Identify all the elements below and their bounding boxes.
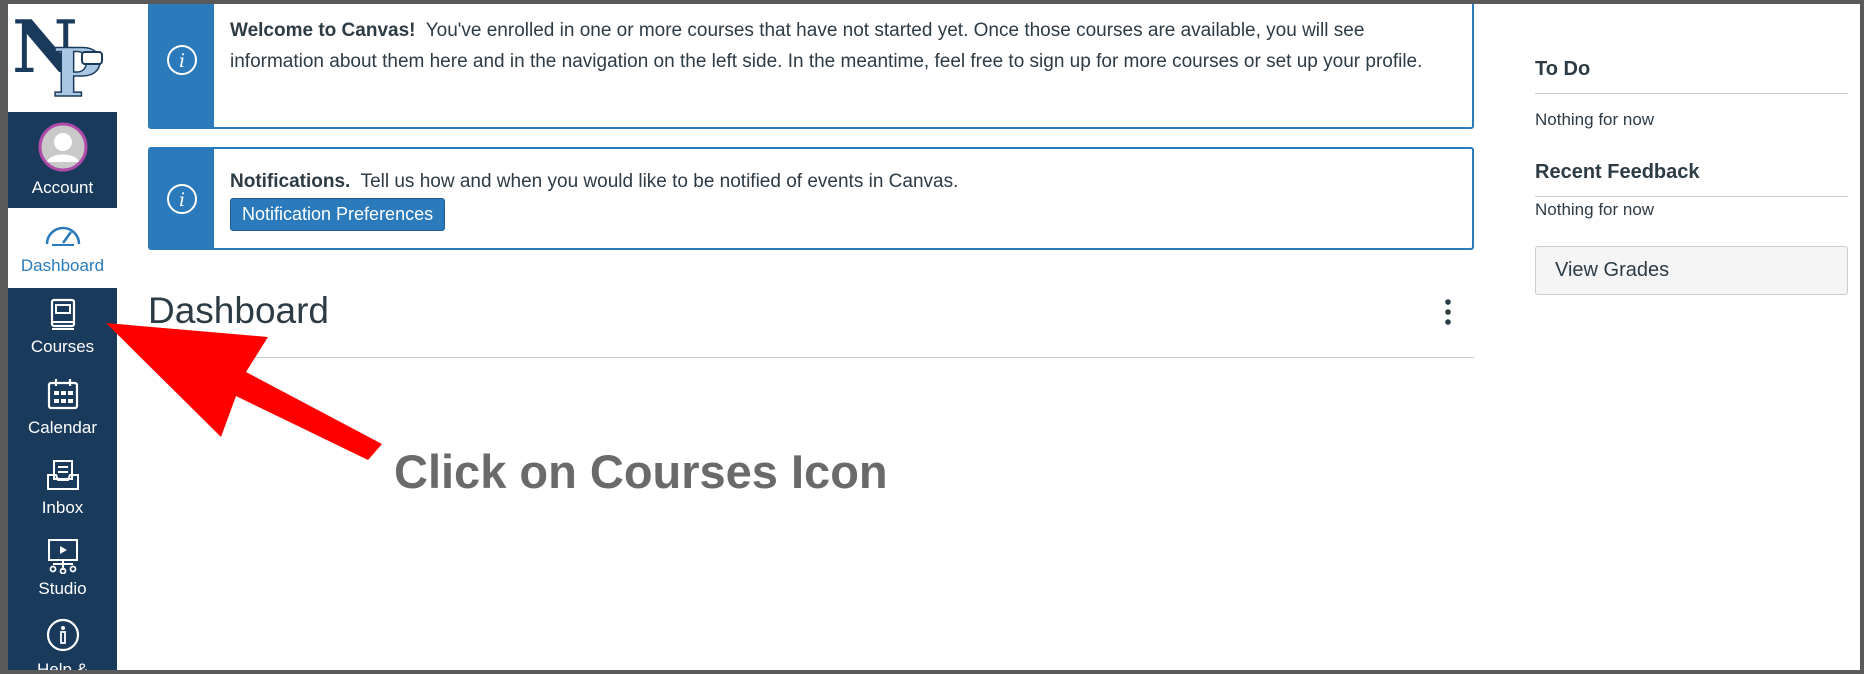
instruction-text: Click on Courses Icon bbox=[394, 445, 888, 498]
red-arrow-icon bbox=[106, 323, 382, 460]
